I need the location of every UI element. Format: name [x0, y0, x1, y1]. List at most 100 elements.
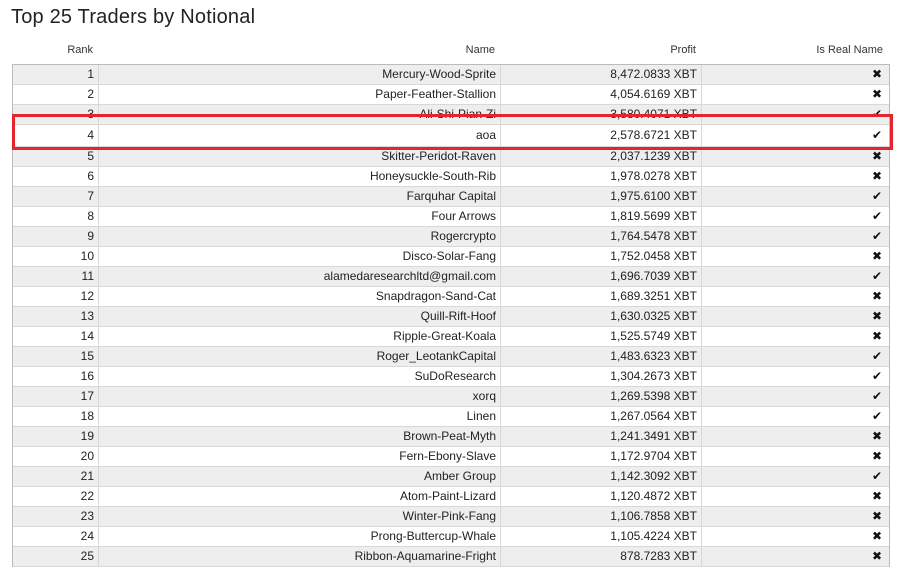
- rank-cell: 23: [13, 507, 99, 526]
- table-row[interactable]: 5 Skitter-Peridot-Raven 2,037.1239 XBT ✖: [13, 147, 889, 167]
- table-row[interactable]: 2 Paper-Feather-Stallion 4,054.6169 XBT ✖: [13, 85, 889, 105]
- profit-cell: 1,483.6323 XBT: [501, 347, 702, 366]
- name-cell: Mercury-Wood-Sprite: [99, 65, 501, 84]
- column-header-is-real-name[interactable]: Is Real Name: [701, 44, 883, 56]
- table-row[interactable]: 7 Farquhar Capital 1,975.6100 XBT ✔: [13, 187, 889, 207]
- profit-cell: 1,304.2673 XBT: [501, 367, 702, 386]
- rank-cell: 10: [13, 247, 99, 266]
- table-row[interactable]: 18 Linen 1,267.0564 XBT ✔: [13, 407, 889, 427]
- cross-icon: ✖: [871, 289, 882, 303]
- rank-cell: 17: [13, 387, 99, 406]
- is-real-name-cell: ✔: [702, 227, 888, 246]
- table-row[interactable]: 25 Ribbon-Aquamarine-Fright 878.7283 XBT ✖: [13, 547, 889, 567]
- name-cell: Farquhar Capital: [99, 187, 501, 206]
- name-cell: Honeysuckle-South-Rib: [99, 167, 501, 186]
- is-real-name-cell: ✔: [702, 347, 888, 366]
- name-cell: Paper-Feather-Stallion: [99, 85, 501, 104]
- table-row[interactable]: 20 Fern-Ebony-Slave 1,172.9704 XBT ✖: [13, 447, 889, 467]
- rank-cell: 25: [13, 547, 99, 566]
- is-real-name-cell: ✖: [702, 147, 888, 166]
- name-cell: Brown-Peat-Myth: [99, 427, 501, 446]
- name-cell: Amber Group: [99, 467, 501, 486]
- table-row[interactable]: 16 SuDoResearch 1,304.2673 XBT ✔: [13, 367, 889, 387]
- check-icon: ✔: [871, 369, 882, 383]
- table-row[interactable]: 9 Rogercrypto 1,764.5478 XBT ✔: [13, 227, 889, 247]
- column-header-name[interactable]: Name: [98, 44, 495, 56]
- column-header-profit[interactable]: Profit: [500, 44, 696, 56]
- table-row[interactable]: 17 xorq 1,269.5398 XBT ✔: [13, 387, 889, 407]
- rank-cell: 16: [13, 367, 99, 386]
- check-icon: ✔: [871, 128, 882, 142]
- cross-icon: ✖: [871, 67, 882, 81]
- profit-cell: 1,752.0458 XBT: [501, 247, 702, 266]
- table-row[interactable]: 11 alamedaresearchltd@gmail.com 1,696.7039…: [13, 267, 889, 287]
- is-real-name-cell: ✔: [702, 467, 888, 486]
- profit-cell: 1,525.5749 XBT: [501, 327, 702, 346]
- profit-cell: 1,269.5398 XBT: [501, 387, 702, 406]
- profit-cell: 1,689.3251 XBT: [501, 287, 702, 306]
- cross-icon: ✖: [871, 489, 882, 503]
- name-cell: alamedaresearchltd@gmail.com: [99, 267, 501, 286]
- column-header-rank[interactable]: Rank: [12, 44, 93, 56]
- rank-cell: 14: [13, 327, 99, 346]
- cross-icon: ✖: [871, 149, 882, 163]
- cross-icon: ✖: [871, 529, 882, 543]
- table-row[interactable]: 14 Ripple-Great-Koala 1,525.5749 XBT ✖: [13, 327, 889, 347]
- is-real-name-cell: ✔: [702, 267, 888, 286]
- table-row[interactable]: 22 Atom-Paint-Lizard 1,120.4872 XBT ✖: [13, 487, 889, 507]
- name-cell: Rogercrypto: [99, 227, 501, 246]
- name-cell: Ripple-Great-Koala: [99, 327, 501, 346]
- is-real-name-cell: ✔: [702, 125, 888, 146]
- is-real-name-cell: ✖: [702, 65, 888, 84]
- rank-cell: 9: [13, 227, 99, 246]
- profit-cell: 1,267.0564 XBT: [501, 407, 702, 426]
- rank-cell: 8: [13, 207, 99, 226]
- rank-cell: 24: [13, 527, 99, 546]
- table-row[interactable]: 15 Roger_LeotankCapital 1,483.6323 XBT ✔: [13, 347, 889, 367]
- table-row[interactable]: 24 Prong-Buttercup-Whale 1,105.4224 XBT ✖: [13, 527, 889, 547]
- is-real-name-cell: ✔: [702, 387, 888, 406]
- is-real-name-cell: ✔: [702, 207, 888, 226]
- rank-cell: 18: [13, 407, 99, 426]
- profit-cell: 1,142.3092 XBT: [501, 467, 702, 486]
- profit-cell: 1,696.7039 XBT: [501, 267, 702, 286]
- profit-cell: 3,580.4071 XBT: [501, 105, 702, 124]
- table-row[interactable]: 10 Disco-Solar-Fang 1,752.0458 XBT ✖: [13, 247, 889, 267]
- table-row[interactable]: 3 Ali-Shi-Pian-Zi 3,580.4071 XBT ✔: [13, 105, 889, 125]
- name-cell: Winter-Pink-Fang: [99, 507, 501, 526]
- table-row[interactable]: 13 Quill-Rift-Hoof 1,630.0325 XBT ✖: [13, 307, 889, 327]
- rank-cell: 6: [13, 167, 99, 186]
- profit-cell: 1,978.0278 XBT: [501, 167, 702, 186]
- is-real-name-cell: ✖: [702, 85, 888, 104]
- is-real-name-cell: ✖: [702, 447, 888, 466]
- profit-cell: 1,106.7858 XBT: [501, 507, 702, 526]
- profit-cell: 2,578.6721 XBT: [501, 125, 702, 146]
- table-row[interactable]: 12 Snapdragon-Sand-Cat 1,689.3251 XBT ✖: [13, 287, 889, 307]
- table-row[interactable]: 1 Mercury-Wood-Sprite 8,472.0833 XBT ✖: [13, 65, 889, 85]
- table-row[interactable]: 6 Honeysuckle-South-Rib 1,978.0278 XBT ✖: [13, 167, 889, 187]
- table-row[interactable]: 4 aoa 2,578.6721 XBT ✔: [13, 125, 889, 147]
- table-row[interactable]: 21 Amber Group 1,142.3092 XBT ✔: [13, 467, 889, 487]
- name-cell: Ali-Shi-Pian-Zi: [99, 105, 501, 124]
- page-title: Top 25 Traders by Notional: [11, 6, 256, 28]
- table-row[interactable]: 23 Winter-Pink-Fang 1,106.7858 XBT ✖: [13, 507, 889, 527]
- table-row[interactable]: 8 Four Arrows 1,819.5699 XBT ✔: [13, 207, 889, 227]
- rank-cell: 22: [13, 487, 99, 506]
- cross-icon: ✖: [871, 309, 882, 323]
- name-cell: Atom-Paint-Lizard: [99, 487, 501, 506]
- cross-icon: ✖: [871, 429, 882, 443]
- rank-cell: 19: [13, 427, 99, 446]
- profit-cell: 1,105.4224 XBT: [501, 527, 702, 546]
- rank-cell: 5: [13, 147, 99, 166]
- profit-cell: 1,241.3491 XBT: [501, 427, 702, 446]
- is-real-name-cell: ✖: [702, 527, 888, 546]
- name-cell: Roger_LeotankCapital: [99, 347, 501, 366]
- profit-cell: 1,819.5699 XBT: [501, 207, 702, 226]
- is-real-name-cell: ✖: [702, 507, 888, 526]
- is-real-name-cell: ✔: [702, 367, 888, 386]
- profit-cell: 1,630.0325 XBT: [501, 307, 702, 326]
- cross-icon: ✖: [871, 329, 882, 343]
- name-cell: Prong-Buttercup-Whale: [99, 527, 501, 546]
- table-row[interactable]: 19 Brown-Peat-Myth 1,241.3491 XBT ✖: [13, 427, 889, 447]
- name-cell: Linen: [99, 407, 501, 426]
